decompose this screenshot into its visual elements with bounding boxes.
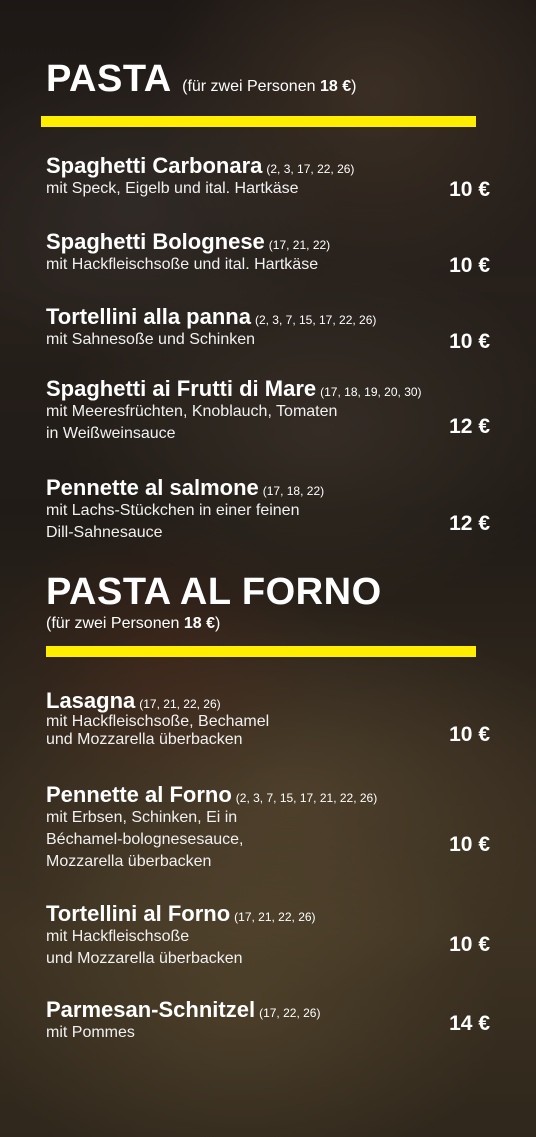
item-title: Lasagna (17, 21, 22, 26): [46, 688, 221, 713]
item-description: und Mozzarella überbacken: [46, 950, 243, 968]
item-price: 12 €: [449, 415, 490, 438]
item-title: Spaghetti ai Frutti di Mare (17, 18, 19, …: [46, 376, 422, 401]
item-title: Tortellini al Forno (17, 21, 22, 26): [46, 901, 316, 926]
item-price: 10 €: [449, 933, 490, 956]
item-title: Spaghetti Bolognese (17, 21, 22): [46, 229, 331, 254]
menu-item: Pennette al salmone (17, 18, 22) mit Lach…: [46, 475, 325, 544]
section-header-pasta-al-forno: PASTA AL FORNO (für zwei Personen 18 €): [46, 573, 382, 633]
item-description: Mozzarella überbacken: [46, 853, 212, 871]
item-description: mit Erbsen, Schinken, Ei in: [46, 809, 238, 827]
section-divider: [41, 116, 476, 127]
item-description: in Weißweinsauce: [46, 425, 176, 443]
item-description: Dill-Sahnesauce: [46, 524, 163, 542]
menu-item: Tortellini alla panna (2, 3, 7, 15, 17, 2…: [46, 304, 377, 351]
item-price: 10 €: [449, 330, 490, 353]
section-title: PASTA AL FORNO: [46, 571, 382, 613]
item-title: Spaghetti Carbonara (2, 3, 17, 22, 26): [46, 153, 355, 178]
menu-item: Lasagna (17, 21, 22, 26) mit Hackfleischs…: [46, 688, 270, 749]
item-description: mit Meeresfrüchten, Knoblauch, Tomaten: [46, 403, 338, 421]
item-title: Pennette al Forno (2, 3, 7, 15, 17, 21, 2…: [46, 782, 378, 807]
item-description: und Mozzarella überbacken: [46, 731, 243, 749]
section-divider: [46, 646, 476, 657]
item-description: mit Pommes: [46, 1024, 135, 1042]
menu-item: Spaghetti ai Frutti di Mare (17, 18, 19, …: [46, 376, 422, 445]
item-price: 12 €: [449, 512, 490, 535]
item-description: mit Sahnesoße und Schinken: [46, 331, 256, 349]
menu-item: Spaghetti Bolognese (17, 21, 22) mit Hack…: [46, 229, 331, 276]
item-description: mit Lachs-Stückchen in einer feinen: [46, 502, 300, 520]
item-description: mit Hackfleischsoße, Bechamel: [46, 713, 270, 731]
menu-item: Tortellini al Forno (17, 21, 22, 26) mit …: [46, 901, 316, 970]
section-subtitle: (für zwei Personen 18 €): [182, 78, 357, 95]
item-price: 10 €: [449, 723, 490, 746]
item-title: Parmesan-Schnitzel (17, 22, 26): [46, 997, 321, 1022]
menu-item: Spaghetti Carbonara (2, 3, 17, 22, 26) mi…: [46, 153, 355, 200]
item-description: mit Speck, Eigelb und ital. Hartkäse: [46, 180, 299, 198]
section-title: PASTA: [46, 58, 172, 100]
item-price: 14 €: [449, 1012, 490, 1035]
item-description: mit Hackfleischsoße und ital. Hartkäse: [46, 256, 319, 274]
item-price: 10 €: [449, 178, 490, 201]
menu-item: Parmesan-Schnitzel (17, 22, 26) mit Pomme…: [46, 997, 321, 1044]
item-description: Béchamel-bolognesesauce,: [46, 831, 244, 849]
item-title: Pennette al salmone (17, 18, 22): [46, 475, 325, 500]
item-price: 10 €: [449, 254, 490, 277]
item-title: Tortellini alla panna (2, 3, 7, 15, 17, 2…: [46, 304, 377, 329]
menu-item: Pennette al Forno (2, 3, 7, 15, 17, 21, 2…: [46, 782, 378, 873]
item-description: mit Hackfleischsoße: [46, 928, 190, 946]
section-header-pasta: PASTA (für zwei Personen 18 €): [46, 60, 356, 98]
item-price: 10 €: [449, 833, 490, 856]
section-subtitle: (für zwei Personen 18 €): [46, 615, 221, 632]
